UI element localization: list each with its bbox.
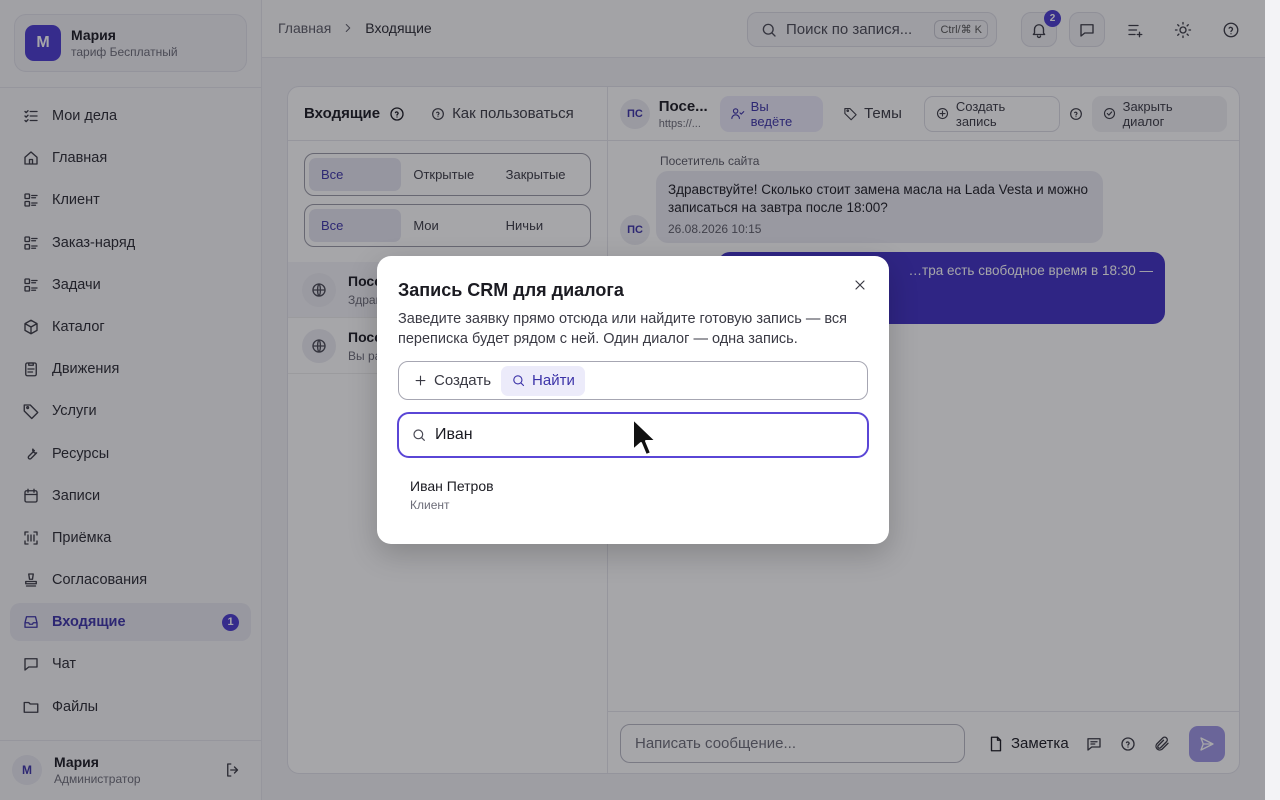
tab-find[interactable]: Найти [501,365,585,396]
close-icon[interactable] [852,277,868,293]
tab-create[interactable]: Создать [403,366,501,396]
modal-title: Запись CRM для диалога [398,280,624,300]
search-result-item[interactable]: Иван Петров Клиент [398,472,868,522]
result-type: Клиент [410,498,450,512]
mouse-cursor-icon [630,417,658,459]
result-name: Иван Петров [410,478,494,494]
crm-record-modal: Запись CRM для диалога Заведите заявку п… [377,256,889,544]
modal-description: Заведите заявку прямо отсюда или найдите… [398,311,847,347]
tab-find-label: Найти [532,372,575,389]
tab-create-label: Создать [434,372,492,389]
search-icon [511,373,526,388]
plus-icon [413,373,428,388]
search-icon [411,427,435,443]
modal-mode-tabs: Создать Найти [398,361,868,400]
